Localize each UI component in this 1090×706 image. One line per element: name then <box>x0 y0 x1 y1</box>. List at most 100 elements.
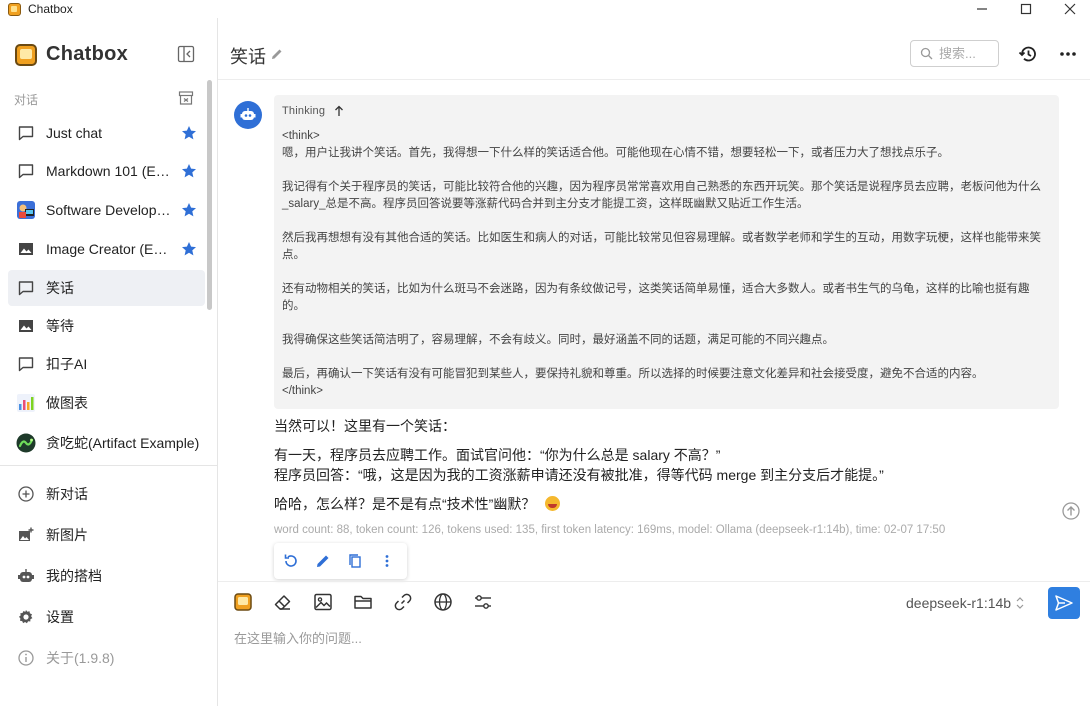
thinking-block: Thinking <think> 嗯，用户让我讲个笑话。首先，我得想一下什么样的… <box>274 95 1059 409</box>
chat-header: 笑话 <box>218 18 1090 80</box>
robot-icon <box>240 108 256 120</box>
input-toolbar <box>232 591 512 613</box>
eraser-icon <box>274 595 291 610</box>
star-icon[interactable] <box>181 125 197 141</box>
send-button[interactable] <box>1048 587 1080 619</box>
chevron-up-down-icon <box>1016 597 1024 609</box>
web-browsing-button[interactable] <box>432 591 454 613</box>
chart-avatar-icon <box>16 393 36 413</box>
my-copilots-button[interactable]: 我的搭档 <box>8 558 205 594</box>
conversation-label: Markdown 101 (Example) <box>46 163 174 179</box>
conversation-label: 做图表 <box>46 395 88 411</box>
message-more-button[interactable] <box>378 552 396 570</box>
close-icon <box>1064 3 1076 15</box>
conversation-item[interactable]: Just chat <box>8 115 205 151</box>
model-selector[interactable]: deepseek-r1:14b <box>906 595 1025 611</box>
conversation-item[interactable]: Image Creator (Example) <box>8 231 205 267</box>
edit-title-button[interactable] <box>270 47 284 61</box>
brand: Chatbox <box>15 43 128 66</box>
thinking-paragraph: 我得确保这些笑话简洁明了，容易理解，不会有歧义。同时，最好涵盖不同的话题，满足可… <box>282 334 834 346</box>
brand-name: Chatbox <box>46 43 129 65</box>
answer-line: 有一天，程序员去应聘工作。面试官问他：“你为什么总是 salary 不高？” <box>274 447 721 463</box>
copilot-button[interactable] <box>232 591 254 613</box>
about-button[interactable]: 关于(1.9.8) <box>8 640 205 676</box>
history-button[interactable] <box>1018 44 1038 64</box>
conversation-item[interactable]: Software Developer (Example) <box>8 192 205 228</box>
image-icon <box>314 593 332 611</box>
message-stats: word count: 88, token count: 126, tokens… <box>274 524 946 536</box>
thinking-paragraph: <think> <box>282 130 320 142</box>
conversation-label: Image Creator (Example) <box>46 241 174 257</box>
thinking-header[interactable]: Thinking <box>282 103 1051 119</box>
sidebar-divider <box>0 465 217 466</box>
copy-message-button[interactable] <box>346 552 364 570</box>
sliders-icon <box>475 595 491 609</box>
attach-image-button[interactable] <box>312 591 334 613</box>
more-vertical-icon <box>385 555 389 567</box>
new-chat-button[interactable]: 新对话 <box>8 476 205 512</box>
new-image-label: 新图片 <box>46 527 88 543</box>
star-icon[interactable] <box>181 202 197 218</box>
conversation-item-active[interactable]: 笑话 <box>8 270 205 306</box>
more-horizontal-icon <box>1060 52 1076 56</box>
settings-button[interactable]: 设置 <box>8 599 205 635</box>
conversation-label: 笑话 <box>46 280 74 296</box>
thinking-paragraph: 最后，再确认一下笑话有没有可能冒犯到某些人，要保持礼貌和尊重。所以选择的时候要注… <box>282 368 984 380</box>
maximize-icon <box>1020 3 1032 15</box>
sidebar-scrollbar[interactable] <box>207 80 212 310</box>
send-icon <box>1055 595 1073 611</box>
assistant-avatar <box>234 101 262 129</box>
conversation-item[interactable]: 等待 <box>8 308 205 344</box>
globe-icon <box>434 593 452 611</box>
conversation-label: Just chat <box>46 125 103 141</box>
chat-bubble-icon <box>16 161 36 181</box>
gear-icon <box>16 607 36 627</box>
chat-bubble-icon <box>16 278 36 298</box>
developer-avatar-icon <box>16 200 36 220</box>
regenerate-button[interactable] <box>282 552 300 570</box>
conversations-section-label: 对话 <box>14 93 39 107</box>
chat-settings-button[interactable] <box>472 591 494 613</box>
maximize-button[interactable] <box>1006 0 1046 18</box>
clear-context-button[interactable] <box>272 591 294 613</box>
answer-line: 程序员回答：“哦，这是因为我的工资涨薪申请还没有被批准，得等代码 merge 到… <box>274 467 884 483</box>
info-icon <box>16 648 36 668</box>
minimize-button[interactable] <box>962 0 1002 18</box>
search-input[interactable] <box>939 46 997 61</box>
conversation-item[interactable]: Markdown 101 (Example) <box>8 153 205 189</box>
conversation-item[interactable]: 贪吃蛇(Artifact Example) <box>8 425 205 461</box>
image-icon <box>16 316 36 336</box>
message-area: Thinking <think> 嗯，用户让我讲个笑话。首先，我得想一下什么样的… <box>218 81 1090 581</box>
settings-label: 设置 <box>46 609 74 625</box>
message-input[interactable] <box>234 628 1074 688</box>
robot-icon <box>16 566 36 586</box>
thinking-label: Thinking <box>282 105 326 117</box>
star-icon[interactable] <box>181 163 197 179</box>
collapse-sidebar-button[interactable] <box>177 45 195 63</box>
window-titlebar: Chatbox <box>0 0 1090 18</box>
star-icon[interactable] <box>181 241 197 257</box>
answer-line: 哈哈，怎么样？是不是有点“技术性”幽默？ <box>274 496 536 512</box>
thinking-content: <think> 嗯，用户让我讲个笑话。首先，我得想一下什么样的笑话适合他。可能他… <box>282 128 1051 400</box>
add-image-icon <box>16 525 36 545</box>
sidebar: Chatbox 对话 Just chat Markdown 101 (Examp… <box>0 18 218 706</box>
new-image-button[interactable]: 新图片 <box>8 517 205 553</box>
answer-line-last: 哈哈，怎么样？是不是有点“技术性”幽默？ <box>274 494 561 514</box>
search-icon <box>920 47 933 60</box>
search-box[interactable] <box>910 40 999 67</box>
close-window-button[interactable] <box>1050 0 1090 18</box>
conversation-item[interactable]: 扣子AI <box>8 346 205 382</box>
chat-title: 笑话 <box>230 47 266 67</box>
conversation-label: Software Developer (Example) <box>46 202 174 218</box>
attach-file-button[interactable] <box>352 591 374 613</box>
attach-link-button[interactable] <box>392 591 414 613</box>
edit-message-button[interactable] <box>314 552 332 570</box>
conversation-item[interactable]: 做图表 <box>8 385 205 421</box>
scroll-to-top-button[interactable] <box>1061 501 1081 521</box>
window-title: Chatbox <box>28 2 73 16</box>
clear-conversations-button[interactable] <box>178 90 194 106</box>
folder-icon <box>354 595 372 609</box>
thinking-paragraph: 然后我再想想有没有其他合适的笑话。比如医生和病人的对话，可能比较常见但容易理解。… <box>282 232 1041 261</box>
new-chat-label: 新对话 <box>46 486 88 502</box>
more-options-button[interactable] <box>1058 44 1078 64</box>
